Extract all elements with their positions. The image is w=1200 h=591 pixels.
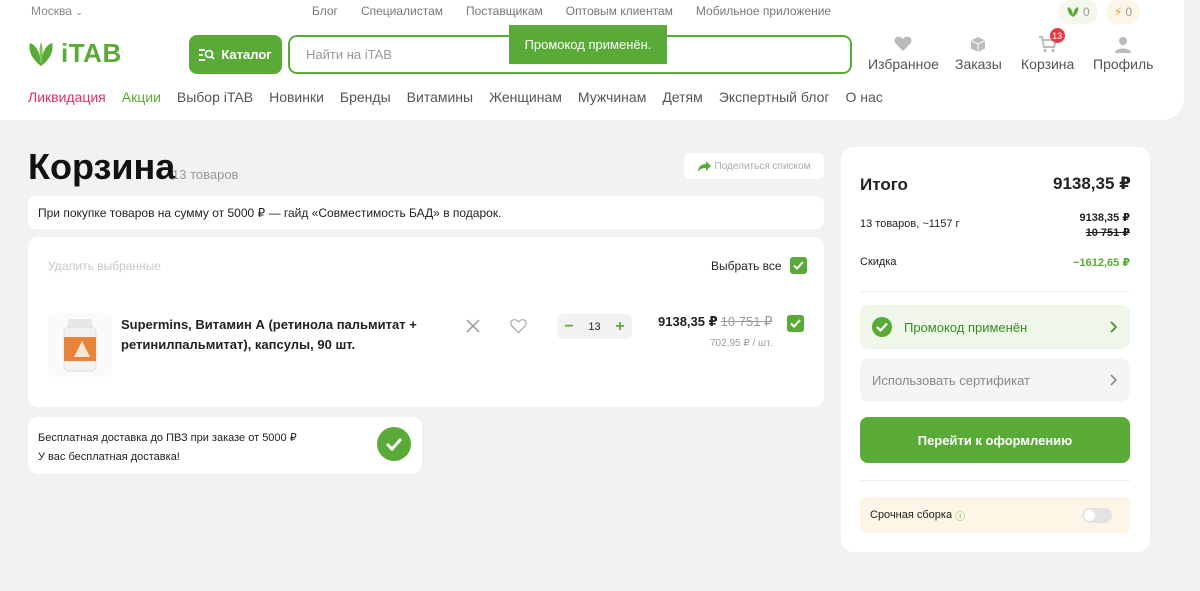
item-unit-price: 702,95 ₽ / шт. — [710, 338, 773, 349]
leaf-icon — [1067, 7, 1079, 17]
add-to-favorites-button[interactable] — [510, 319, 527, 339]
catalog-button[interactable]: Каталог — [189, 35, 282, 74]
nav-item-kids[interactable]: Детям — [662, 89, 702, 105]
top-link-suppliers[interactable]: Поставщикам — [466, 4, 543, 18]
chevron-right-icon — [1110, 374, 1118, 386]
cart-item-count: 13 товаров — [172, 167, 239, 182]
delivery-status: У вас бесплатная доставка! — [38, 451, 180, 463]
catalog-search-icon — [199, 48, 215, 61]
nav-item-expert-blog[interactable]: Экспертный блог — [719, 89, 830, 105]
use-certificate-row[interactable]: Использовать сертификат — [860, 358, 1130, 402]
user-icon — [1115, 36, 1132, 53]
quantity-stepper: − 13 + — [557, 314, 632, 339]
share-list-button[interactable]: Поделиться списком — [684, 153, 824, 179]
checkout-button[interactable]: Перейти к оформлению — [860, 417, 1130, 463]
orders-link[interactable]: Заказы — [955, 34, 1002, 72]
nav-item-itab-choice[interactable]: Выбор iTAB — [177, 89, 253, 105]
nav-item-brands[interactable]: Бренды — [340, 89, 391, 105]
quantity-value[interactable]: 13 — [588, 321, 600, 333]
favorites-link[interactable]: Избранное — [868, 34, 939, 72]
increase-quantity-button[interactable]: + — [615, 318, 624, 335]
top-link-wholesale[interactable]: Оптовым клиентам — [566, 4, 673, 18]
remove-item-button[interactable] — [466, 319, 480, 338]
gift-promo-note: При покупке товаров на сумму от 5000 ₽ —… — [28, 196, 824, 229]
item-checkbox[interactable] — [787, 315, 804, 332]
delete-selected-button[interactable]: Удалить выбранные — [48, 259, 161, 273]
discount-value: −1612,65 ₽ — [1073, 257, 1130, 269]
top-link-mobile-app[interactable]: Мобильное приложение — [696, 4, 831, 18]
urgent-assembly-toggle[interactable] — [1082, 508, 1112, 523]
nav-item-new[interactable]: Новинки — [269, 89, 324, 105]
top-bar: Москва ⌄ Блог Специалистам Поставщикам О… — [0, 0, 1200, 24]
chevron-down-icon: ⌄ — [75, 7, 83, 17]
product-name[interactable]: Supermins, Витамин А (ретинола пальмитат… — [121, 315, 431, 355]
summary-old-price: 10 751 ₽ — [1085, 227, 1130, 239]
top-link-blog[interactable]: Блог — [312, 4, 338, 18]
page-title: Корзина — [28, 146, 176, 187]
decrease-quantity-button[interactable]: − — [564, 318, 573, 335]
cart-link[interactable]: 13 Корзина — [1021, 28, 1074, 72]
top-link-specialists[interactable]: Специалистам — [361, 4, 443, 18]
cart-items-card: Удалить выбранные Выбрать все Supermins,… — [28, 237, 824, 407]
nav-item-men[interactable]: Мужчинам — [578, 89, 646, 105]
top-links: Блог Специалистам Поставщикам Оптовым кл… — [312, 4, 831, 18]
nav-item-vitamins[interactable]: Витамины — [407, 89, 473, 105]
select-all-checkbox[interactable]: Выбрать все — [711, 257, 807, 274]
nav-item-about[interactable]: О нас — [845, 89, 882, 105]
check-circle-icon — [872, 317, 892, 337]
heart-outline-icon — [510, 319, 527, 334]
summary-total: 9138,35 ₽ — [1052, 174, 1131, 193]
discount-label: Скидка — [860, 256, 897, 268]
profile-link[interactable]: Профиль — [1093, 34, 1153, 72]
nav-item-promotions[interactable]: Акции — [122, 89, 161, 105]
order-summary: Итого 9138,35 ₽ 13 товаров, ~1157 г 9138… — [841, 147, 1150, 552]
checkmark-icon — [789, 257, 807, 274]
city-selector[interactable]: Москва ⌄ — [31, 4, 83, 18]
nav-item-women[interactable]: Женщинам — [489, 89, 562, 105]
main-nav: Ликвидация Акции Выбор iTAB Новинки Брен… — [28, 89, 883, 105]
check-circle-icon — [377, 427, 411, 461]
free-delivery-card: Бесплатная доставка до ПВЗ при заказе от… — [28, 417, 422, 474]
product-image[interactable] — [48, 313, 112, 377]
summary-goods-price: 9138,35 ₽ 10 751 ₽ — [1079, 212, 1130, 239]
supplement-bottle-icon — [63, 319, 97, 372]
bonus-leaf[interactable]: 0 — [1058, 0, 1098, 24]
delivery-condition: Бесплатная доставка до ПВЗ при заказе от… — [38, 432, 297, 444]
summary-goods-label: 13 товаров, ~1157 г — [860, 218, 960, 230]
help-icon[interactable]: ⓘ — [955, 508, 965, 523]
nav-item-liquidation[interactable]: Ликвидация — [28, 89, 106, 105]
lightning-icon: ⚡ — [1114, 5, 1123, 19]
summary-title: Итого — [860, 175, 908, 194]
close-icon — [466, 319, 480, 333]
item-price: 9138,35 ₽10 751 ₽ — [658, 314, 773, 329]
site-logo[interactable]: iTAB — [27, 38, 122, 69]
chevron-right-icon — [1110, 321, 1118, 333]
divider — [860, 480, 1130, 481]
divider — [860, 291, 1130, 292]
item-old-price: 10 751 ₽ — [720, 314, 773, 329]
promo-code-row[interactable]: Промокод применён — [860, 305, 1130, 349]
urgent-assembly-row: Срочная сборка ⓘ — [860, 497, 1130, 533]
box-icon — [971, 36, 986, 52]
leaf-logo-icon — [29, 41, 53, 66]
share-arrow-icon — [697, 160, 711, 172]
bonus-lightning[interactable]: ⚡ 0 — [1106, 0, 1141, 24]
heart-icon — [894, 36, 912, 51]
cart-badge: 13 — [1049, 28, 1065, 43]
checkmark-icon — [790, 319, 801, 328]
toast-notification: Промокод применён. — [509, 25, 667, 64]
